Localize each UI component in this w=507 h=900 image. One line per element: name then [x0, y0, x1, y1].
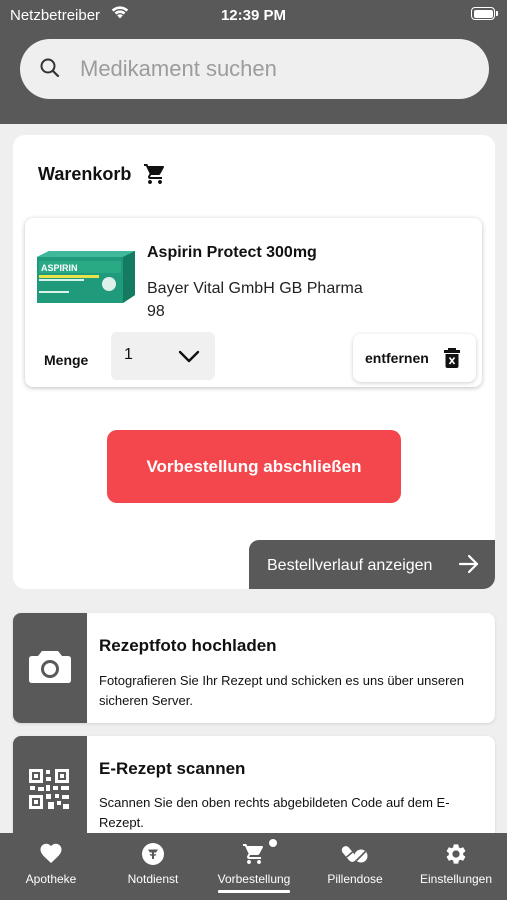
bottom-tab-bar: Apotheke Notdienst Vorbestellung Pillend…: [0, 833, 507, 900]
notification-dot: [269, 839, 277, 847]
order-history-label: Bestellverlauf anzeigen: [267, 557, 433, 574]
svg-text:ASPIRIN: ASPIRIN: [41, 263, 78, 273]
heart-icon: [6, 842, 96, 864]
status-bar: Netzbetreiber 12:39 PM: [0, 0, 507, 30]
product-name: Aspirin Protect 300mg: [147, 244, 317, 261]
camera-icon: [28, 648, 72, 689]
qr-code-icon: [28, 768, 70, 815]
battery-icon: [471, 7, 498, 20]
product-pack-number: 98: [147, 303, 165, 320]
arrow-right-icon: [458, 554, 480, 579]
tab-notdienst[interactable]: Notdienst: [108, 833, 198, 900]
feature-description: Fotografieren Sie Ihr Rezept und schicke…: [99, 673, 464, 708]
remove-item-button[interactable]: entfernen: [353, 334, 476, 382]
feature-description: Scannen Sie den oben rechts abgebildeten…: [99, 795, 450, 830]
product-image: ASPIRIN: [37, 251, 135, 303]
feature-title: Rezeptfoto hochladen: [99, 636, 277, 655]
active-tab-indicator: [218, 890, 290, 893]
cart-item: ASPIRIN Aspirin Protect 300mg Bayer Vita…: [25, 218, 482, 387]
tab-label: Einstellungen: [419, 872, 493, 886]
remove-label: entfernen: [365, 350, 429, 366]
tab-apotheke[interactable]: Apotheke: [6, 833, 96, 900]
tab-pillendose[interactable]: Pillendose: [310, 833, 400, 900]
tab-label: Vorbestellung: [217, 872, 291, 886]
gear-icon: [411, 842, 501, 866]
cart-title: Warenkorb: [38, 163, 132, 184]
tab-vorbestellung[interactable]: Vorbestellung: [209, 833, 299, 900]
status-time: 12:39 PM: [220, 7, 287, 24]
cart-icon: [209, 842, 299, 866]
feature-title: E-Rezept scannen: [99, 759, 246, 778]
chevron-down-icon: [178, 347, 200, 370]
quantity-select[interactable]: 1: [111, 332, 215, 380]
pills-icon: [310, 842, 400, 866]
search-icon: [38, 56, 62, 85]
cart-icon: [143, 162, 167, 186]
cart-header: Warenkorb: [38, 162, 167, 186]
search-input[interactable]: [80, 39, 470, 99]
trash-icon: [443, 347, 461, 374]
upload-prescription-card[interactable]: Rezeptfoto hochladen Fotografieren Sie I…: [13, 613, 495, 723]
quantity-label: Menge: [44, 352, 89, 368]
complete-preorder-button[interactable]: Vorbestellung abschließen: [107, 430, 401, 503]
product-manufacturer: Bayer Vital GmbH GB Pharma: [147, 280, 363, 297]
tab-label: Apotheke: [25, 872, 77, 886]
app-header: Netzbetreiber 12:39 PM: [0, 0, 507, 124]
tab-label: Notdienst: [127, 872, 179, 886]
emergency-pharmacy-icon: [108, 842, 198, 866]
tab-label: Pillendose: [327, 872, 383, 886]
order-history-button[interactable]: Bestellverlauf anzeigen: [249, 540, 495, 589]
feature-icon-panel: [13, 613, 87, 723]
tab-einstellungen[interactable]: Einstellungen: [411, 833, 501, 900]
search-bar[interactable]: [20, 39, 489, 99]
cart-card: Warenkorb ASPIRIN Aspirin Protect 300mg …: [13, 135, 495, 589]
quantity-value: 1: [124, 346, 133, 363]
